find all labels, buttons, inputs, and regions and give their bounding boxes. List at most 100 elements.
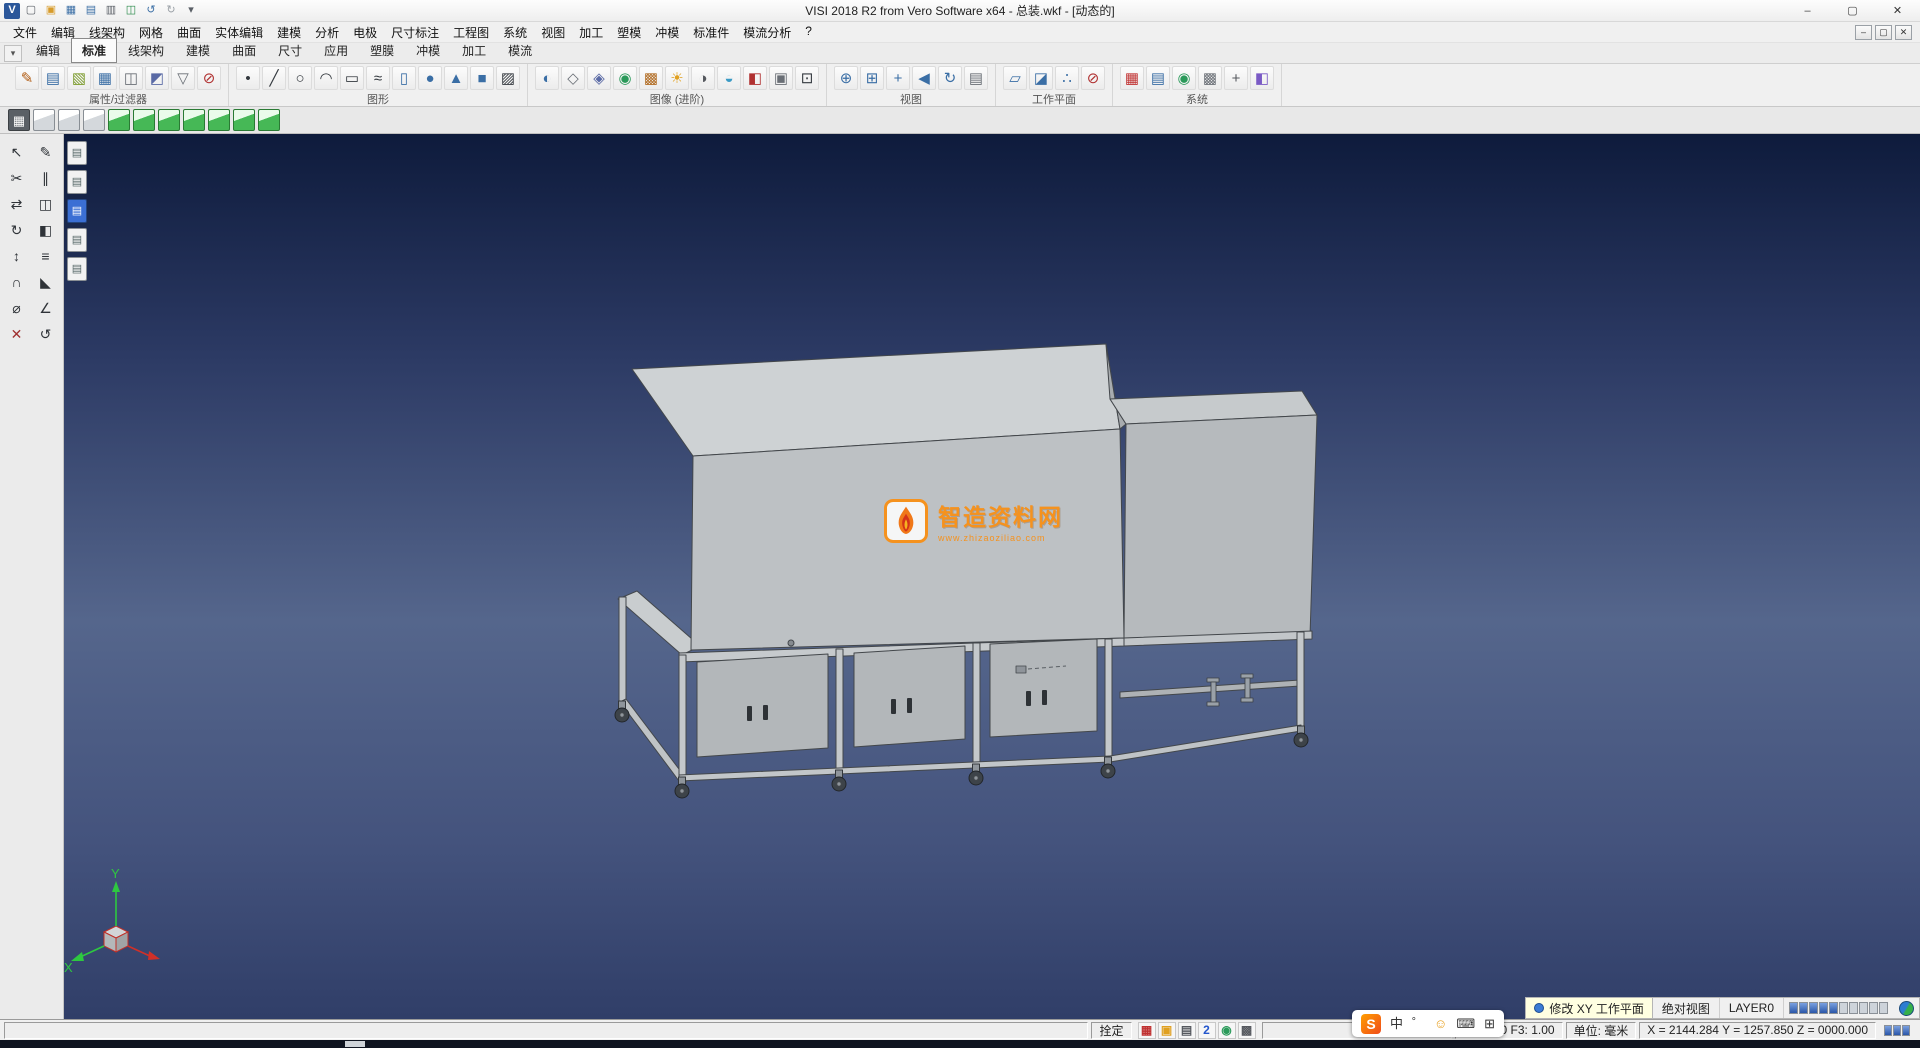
- front-panel-3[interactable]: [990, 639, 1097, 737]
- element-filter-icon[interactable]: ◫: [119, 66, 143, 90]
- frame-leg-front-4[interactable]: [1105, 639, 1112, 762]
- front-panel-2[interactable]: [854, 646, 965, 747]
- new-file-icon[interactable]: ▢: [22, 3, 40, 19]
- system-layers-icon[interactable]: ▤: [1146, 66, 1170, 90]
- rotate-view-icon[interactable]: ↻: [938, 66, 962, 90]
- status-display-icon[interactable]: ▩: [1238, 1022, 1256, 1039]
- system-settings-icon[interactable]: ◧: [1250, 66, 1274, 90]
- menu-die[interactable]: 冲模: [648, 21, 686, 44]
- filter-chip-icon-3[interactable]: ▤: [67, 199, 87, 223]
- regen-icon[interactable]: ↺: [32, 322, 59, 346]
- move-icon[interactable]: ⇄: [3, 192, 30, 216]
- system-grid-icon[interactable]: ▩: [1198, 66, 1222, 90]
- frame-rail-bottom-left[interactable]: [620, 699, 685, 781]
- tab-die[interactable]: 冲模: [405, 38, 451, 63]
- point-icon[interactable]: •: [236, 66, 260, 90]
- trim-icon[interactable]: ✂: [3, 166, 30, 190]
- tab-edit[interactable]: 编辑: [25, 38, 71, 63]
- frame-rail-back[interactable]: [1120, 680, 1300, 698]
- block-icon[interactable]: ■: [470, 66, 494, 90]
- pan-icon[interactable]: +: [886, 66, 910, 90]
- menu-standard-parts[interactable]: 标准件: [686, 21, 736, 44]
- tab-application[interactable]: 应用: [313, 38, 359, 63]
- ime-keyboard-icon[interactable]: ⌨: [1456, 1017, 1475, 1030]
- sphere-icon[interactable]: ●: [418, 66, 442, 90]
- preview-icon[interactable]: ◫: [122, 3, 140, 19]
- filter-chip-icon-2[interactable]: ▤: [67, 170, 87, 194]
- display-mode-icon[interactable]: ▦: [8, 109, 30, 131]
- system-snap-icon[interactable]: +: [1224, 66, 1248, 90]
- transparency-icon[interactable]: ◒: [717, 66, 741, 90]
- cad-model-canvas[interactable]: Y X: [64, 134, 1920, 1019]
- status-snap-icon[interactable]: ▣: [1158, 1022, 1176, 1039]
- diameter-measure-icon[interactable]: ⌀: [3, 296, 30, 320]
- menu-mold[interactable]: 塑模: [610, 21, 648, 44]
- select-icon[interactable]: ↖: [3, 140, 30, 164]
- menu-machining[interactable]: 加工: [572, 21, 610, 44]
- frame-leg-right-end[interactable]: [1297, 632, 1304, 730]
- tab-modeling[interactable]: 建模: [175, 38, 221, 63]
- zoom-all-icon[interactable]: ⊕: [834, 66, 858, 90]
- menu-flow-analysis[interactable]: 模流分析: [736, 21, 798, 44]
- cone-icon[interactable]: ▲: [444, 66, 468, 90]
- mdi-close-button[interactable]: ✕: [1895, 25, 1912, 40]
- menu-help[interactable]: ?: [798, 21, 819, 44]
- edit-geometry-icon[interactable]: ✎: [32, 140, 59, 164]
- selection-filter-icon[interactable]: ◩: [145, 66, 169, 90]
- frame-leg-front-2[interactable]: [836, 649, 843, 774]
- hidden-line-icon[interactable]: ◈: [587, 66, 611, 90]
- shaded-mode-icon[interactable]: ◐: [535, 66, 559, 90]
- rotate-icon[interactable]: ↻: [3, 218, 30, 242]
- frame-rail-bottom-front[interactable]: [679, 756, 1110, 781]
- active-layer-cell[interactable]: LAYER0: [1720, 998, 1784, 1018]
- filter-chip-icon-5[interactable]: ▤: [67, 257, 87, 281]
- quick-access-arrow-icon[interactable]: ▾: [182, 3, 200, 19]
- frame-leg-back-left[interactable]: [619, 597, 626, 704]
- mdi-restore-button[interactable]: ▢: [1875, 25, 1892, 40]
- maximize-button[interactable]: ▢: [1830, 0, 1875, 21]
- ghost-cube-icon[interactable]: [83, 109, 105, 131]
- lock-toggle[interactable]: 拴定: [1091, 1022, 1131, 1039]
- back-view-cube-icon[interactable]: [158, 109, 180, 131]
- tab-dimension[interactable]: 尺寸: [267, 38, 313, 63]
- tab-standard[interactable]: 标准: [71, 38, 117, 63]
- workplane-entity-icon[interactable]: ◪: [1029, 66, 1053, 90]
- tab-surface[interactable]: 曲面: [221, 38, 267, 63]
- front-panel-1[interactable]: [697, 654, 828, 757]
- workplane-indicator[interactable]: 修改 XY 工作平面: [1526, 998, 1652, 1018]
- bottom-view-cube-icon[interactable]: [258, 109, 280, 131]
- workplane-off-icon[interactable]: ⊘: [1081, 66, 1105, 90]
- ime-toolbar[interactable]: S 中゜☺⌨⊞: [1352, 1010, 1504, 1037]
- rectangle-icon[interactable]: ▭: [340, 66, 364, 90]
- frame-leg-front-left[interactable]: [679, 655, 686, 782]
- save-icon[interactable]: ▦: [62, 3, 80, 19]
- delete-icon[interactable]: ✕: [3, 322, 30, 346]
- system-colors-icon[interactable]: ▦: [1120, 66, 1144, 90]
- copy-icon[interactable]: ◫: [32, 192, 59, 216]
- left-view-cube-icon[interactable]: [183, 109, 205, 131]
- cylinder-icon[interactable]: ▯: [392, 66, 416, 90]
- wireframe-mode-icon[interactable]: ◇: [561, 66, 585, 90]
- shadow-icon[interactable]: ◑: [691, 66, 715, 90]
- mdi-minimize-button[interactable]: –: [1855, 25, 1872, 40]
- open-file-icon[interactable]: ▣: [42, 3, 60, 19]
- save-all-icon[interactable]: ▤: [82, 3, 100, 19]
- iso-view-cube-icon[interactable]: [108, 109, 130, 131]
- workplane-standard-icon[interactable]: ▱: [1003, 66, 1027, 90]
- section-view-icon[interactable]: ◧: [743, 66, 767, 90]
- materials-icon[interactable]: ▩: [639, 66, 663, 90]
- minimize-button[interactable]: –: [1785, 0, 1830, 21]
- status-pages-icon[interactable]: 2: [1198, 1022, 1216, 1039]
- arc-icon[interactable]: ◠: [314, 66, 338, 90]
- view-list-icon[interactable]: ▤: [964, 66, 988, 90]
- status-world-icon[interactable]: ◉: [1218, 1022, 1236, 1039]
- mirror-icon[interactable]: ◧: [32, 218, 59, 242]
- filter-reset-icon[interactable]: ⊘: [197, 66, 221, 90]
- status-grid-icon[interactable]: ▦: [1138, 1022, 1156, 1039]
- background-icon[interactable]: ▣: [769, 66, 793, 90]
- lights-icon[interactable]: ☀: [665, 66, 689, 90]
- taskbar-item[interactable]: [345, 1041, 365, 1047]
- enclosure-front-right[interactable]: [1124, 415, 1317, 638]
- ime-emoji-icon[interactable]: ☺: [1434, 1017, 1447, 1030]
- close-button[interactable]: ✕: [1875, 0, 1920, 21]
